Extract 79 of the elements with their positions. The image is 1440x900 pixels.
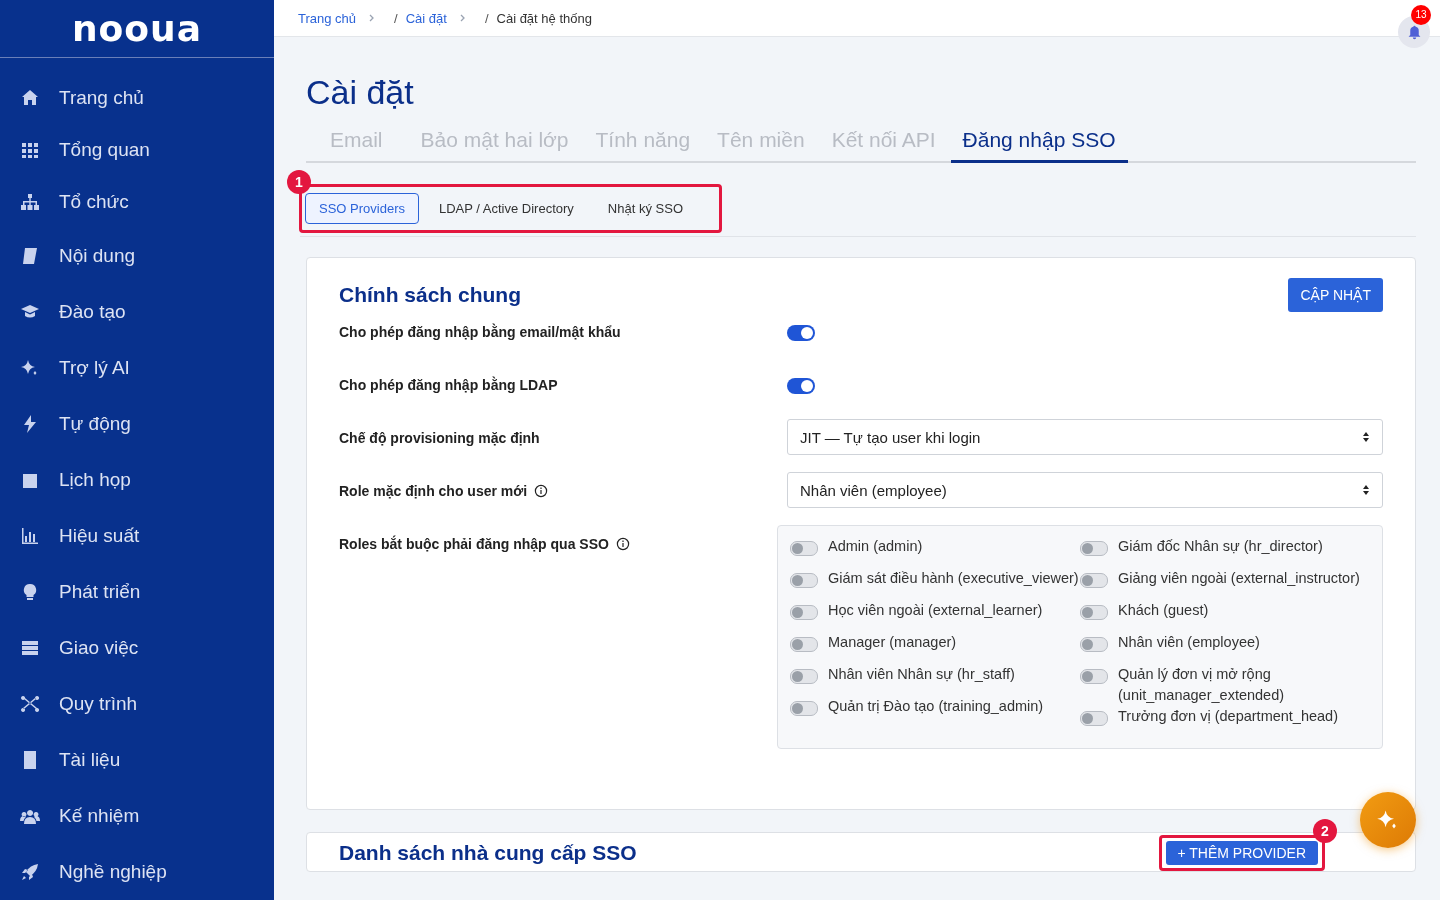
toggle-switch[interactable]: [1080, 637, 1108, 652]
sort-caret-icon: [1362, 431, 1370, 443]
info-icon: [534, 484, 549, 498]
role-label: Admin (admin): [828, 537, 923, 556]
breadcrumb-current: Cài đặt hệ thống: [496, 10, 592, 26]
toggle-switch[interactable]: [787, 378, 815, 394]
sidebar-item[interactable]: Hiệu suất: [0, 508, 274, 564]
tab[interactable]: Đăng nhập SSO: [950, 122, 1128, 163]
toggle-switch[interactable]: [790, 637, 818, 652]
toggle-switch[interactable]: [1080, 669, 1108, 684]
breadcrumb-link[interactable]: Trang chủ: [298, 10, 357, 26]
role-label: Khách (guest): [1118, 601, 1209, 620]
role-label: Trưởng đơn vị (department_head): [1118, 707, 1338, 726]
role-label: Quản trị Đào tạo (training_admin): [828, 697, 1044, 716]
bar-chart-icon: [20, 526, 40, 546]
breadcrumb-separator: /: [394, 10, 398, 26]
card-title: Chính sách chung: [339, 283, 521, 307]
breadcrumb-separator: /: [484, 10, 489, 26]
sidebar-item[interactable]: Đào tạo: [0, 284, 274, 340]
sidebar-item[interactable]: Tổng quan: [0, 124, 274, 176]
toggle-switch[interactable]: [1080, 711, 1108, 726]
sidebar-item[interactable]: Lịch họp: [0, 452, 274, 508]
card-title: Danh sách nhà cung cấp SSO: [339, 841, 637, 865]
role-label: Nhân viên Nhân sự (hr_staff): [828, 665, 1015, 684]
annotation-number: 2: [1313, 819, 1337, 843]
annotation-number: 1: [287, 170, 311, 194]
page-title: Cài đặt: [306, 73, 415, 112]
flow-icon: [20, 694, 40, 714]
subtab[interactable]: Nhật ký SSO: [593, 193, 697, 224]
toggle-switch[interactable]: [787, 325, 815, 341]
sort-caret-icon: [1362, 484, 1370, 496]
role-label: Manager (manager): [828, 633, 957, 652]
sidebar-item[interactable]: Tài liệu: [0, 732, 274, 788]
toggle-switch[interactable]: [790, 701, 818, 716]
setting-label: Role mặc định cho user mới: [339, 483, 549, 499]
sidebar-item[interactable]: Giao việc: [0, 620, 274, 676]
subtab[interactable]: SSO Providers: [305, 193, 419, 224]
role-label: Giám đốc Nhân sự (hr_director): [1118, 537, 1323, 556]
toggle-switch[interactable]: [790, 573, 818, 588]
add-provider-button[interactable]: + THÊM PROVIDER: [1165, 841, 1318, 865]
breadcrumb-link[interactable]: Cài đặt: [405, 10, 447, 26]
sidebar-item[interactable]: Tổ chức: [0, 176, 274, 228]
select-field[interactable]: Nhân viên (employee): [787, 472, 1383, 508]
update-button[interactable]: CẬP NHẬT: [1288, 278, 1383, 312]
setting-label: Cho phép đăng nhập bằng LDAP: [339, 377, 558, 393]
role-label: Nhân viên (employee): [1118, 633, 1260, 652]
sidebar-item[interactable]: Phát triển: [0, 564, 274, 620]
toggle-switch[interactable]: [1080, 541, 1108, 556]
org-chart-icon: [20, 192, 40, 212]
select-field[interactable]: JIT — Tự tạo user khi login: [787, 419, 1383, 455]
home-icon: [20, 88, 40, 108]
server-icon: [20, 638, 40, 658]
info-icon: [615, 537, 630, 551]
setting-label: Roles bắt buộc phải đăng nhập qua SSO: [339, 536, 630, 552]
chevron-right-icon: [458, 14, 467, 22]
sidebar-item[interactable]: Trợ lý AI: [0, 340, 274, 396]
toggle-switch[interactable]: [790, 605, 818, 620]
sidebar-item[interactable]: Tự động: [0, 396, 274, 452]
sidebar-item[interactable]: Nội dung: [0, 228, 274, 284]
grid-icon: [20, 140, 40, 160]
logo[interactable]: nooua: [72, 10, 202, 47]
role-label: Giảng viên ngoài (external_instructor): [1118, 569, 1360, 588]
toggle-switch[interactable]: [1080, 573, 1108, 588]
notification-button[interactable]: [1398, 16, 1430, 48]
sidebar-item[interactable]: Nghề nghiệp: [0, 844, 274, 900]
rocket-icon: [20, 862, 40, 882]
notification-count: 13: [1411, 5, 1431, 25]
toggle-switch[interactable]: [1080, 605, 1108, 620]
sidebar-item[interactable]: Trang chủ: [0, 72, 274, 124]
setting-label: Chế độ provisioning mặc định: [339, 430, 540, 446]
toggle-switch[interactable]: [790, 669, 818, 684]
role-label: Quản lý đơn vị mở rộng (unit_manager_extended): [1118, 665, 1286, 705]
role-label: Giám sát điều hành (executive_viewer): [828, 569, 1079, 588]
setting-label: Cho phép đăng nhập bằng email/mật khẩu: [339, 324, 621, 340]
subtab[interactable]: LDAP / Active Directory: [425, 193, 588, 224]
sidebar-item[interactable]: Quy trình: [0, 676, 274, 732]
toggle-switch[interactable]: [790, 541, 818, 556]
role-label: Học viên ngoài (external_learner): [828, 601, 1043, 620]
sidebar-item[interactable]: Kế nhiệm: [0, 788, 274, 844]
